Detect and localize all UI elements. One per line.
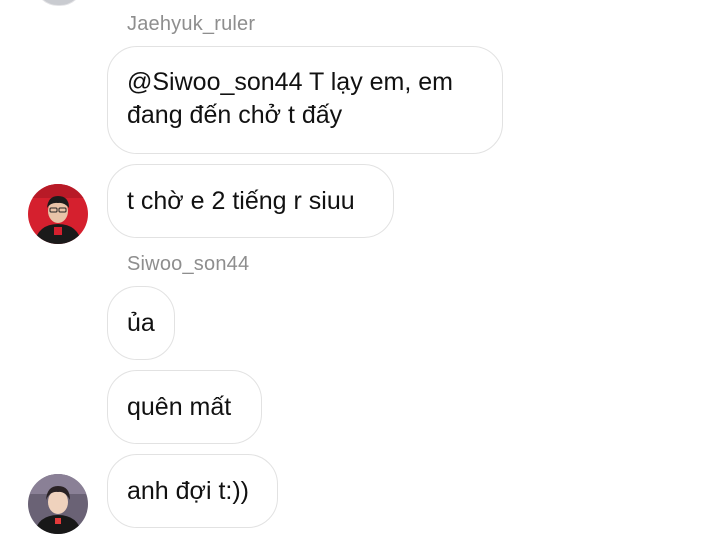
message-bubble[interactable]: anh đợi t:)) (107, 454, 278, 528)
avatar-jaehyuk-icon (28, 184, 88, 244)
message-text: ủa (127, 308, 155, 337)
message-text: anh đợi t:)) (127, 476, 249, 505)
previous-avatar-partial (34, 0, 84, 6)
avatar-jaehyuk[interactable] (28, 184, 88, 244)
avatar-siwoo[interactable] (28, 474, 88, 534)
message-text: quên mất (127, 392, 232, 421)
message-bubble[interactable]: quên mất (107, 370, 262, 444)
message-bubble[interactable]: ủa (107, 286, 175, 360)
message-text: t chờ e 2 tiếng r siuu (127, 186, 355, 215)
message-bubble[interactable]: t chờ e 2 tiếng r siuu (107, 164, 394, 238)
avatar-siwoo-icon (28, 474, 88, 534)
sender-name-siwoo: Siwoo_son44 (127, 253, 250, 275)
message-bubble[interactable]: @Siwoo_son44 T lạy em, em đang đến chở t… (107, 46, 503, 154)
message-text: @Siwoo_son44 T lạy em, em đang đến chở t… (127, 68, 454, 129)
sender-name-jaehyuk: Jaehyuk_ruler (127, 13, 256, 35)
